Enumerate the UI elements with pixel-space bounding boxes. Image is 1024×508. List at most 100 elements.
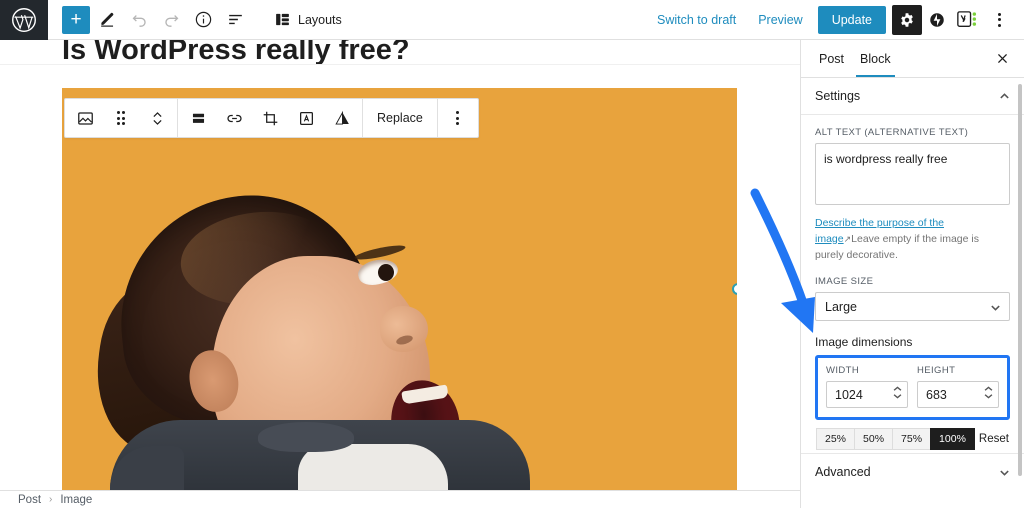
move-up-down-icon [152,111,162,125]
advanced-section: Advanced [801,453,1024,490]
image-dimensions-title: Image dimensions [815,335,913,350]
duotone-filter-icon [334,110,349,125]
nose-shape [380,306,428,352]
scale-25-button[interactable]: 25% [816,428,855,451]
wordpress-block-editor: + Layouts Switch to draft Preview Update… [0,0,1024,508]
scale-50-button[interactable]: 50% [854,428,893,451]
crop-icon [263,111,277,125]
link-button[interactable] [216,99,252,137]
drag-dots-icon [116,111,126,125]
chevron-down-icon [1000,469,1009,476]
edit-tool-button[interactable] [92,5,122,35]
add-text-over-image-icon [299,111,313,125]
scale-presets-group: 25% 50% 75% 100% [816,428,975,451]
width-label: WIDTH [826,365,860,377]
redo-button[interactable] [156,5,186,35]
update-button[interactable]: Update [817,5,886,34]
duotone-filter-button[interactable] [324,99,360,137]
add-text-over-image-button[interactable] [288,99,324,137]
preview-button[interactable]: Preview [747,7,813,33]
vertical-ellipsis-icon [997,12,1001,27]
block-more-options-button[interactable] [440,99,476,137]
breadcrumb-item-post[interactable]: Post [18,494,41,506]
image-block-icon-button[interactable] [67,99,103,137]
layouts-label: Layouts [298,12,342,27]
settings-section-header[interactable]: Settings [801,78,1024,115]
layouts-button[interactable]: Layouts [268,7,348,32]
image-photo [62,88,737,490]
list-view-icon [228,14,242,25]
list-view-button[interactable] [220,5,250,35]
post-title[interactable]: Is WordPress really free? [62,40,762,67]
scale-100-button[interactable]: 100% [930,428,975,451]
scale-75-button[interactable]: 75% [892,428,931,451]
settings-section-title: Settings [815,89,861,103]
image-resize-handle[interactable] [732,283,737,295]
add-block-button[interactable]: + [62,5,90,34]
sidebar-scrollbar-thumb[interactable] [1018,84,1022,476]
alt-text-input[interactable] [815,143,1010,205]
link-icon [226,114,242,122]
height-input-wrapper [917,381,999,409]
replace-button[interactable]: Replace [363,99,437,137]
image-block[interactable] [62,88,737,490]
close-sidebar-button[interactable] [990,47,1014,71]
jetpack-icon [930,12,944,27]
pencil-icon [100,12,113,27]
sidebar-tabs: Post Block [801,40,1024,78]
redo-arrow-icon [164,15,178,27]
image-size-label: IMAGE SIZE [815,276,874,288]
width-stepper[interactable] [893,386,902,399]
plus-icon: + [70,9,82,30]
image-size-select-wrapper: Large [815,292,1010,322]
alt-text-label: ALT TEXT (ALTERNATIVE TEXT) [815,127,969,138]
drag-handle-button[interactable] [103,99,139,137]
undo-button[interactable] [124,5,154,35]
height-field-group: HEIGHT [917,365,999,409]
scale-presets-row: 25% 50% 75% 100% Reset [815,428,1013,451]
block-toolbar-group-format [178,99,362,137]
gear-icon [901,12,913,27]
undo-arrow-icon [132,15,146,27]
image-size-select[interactable]: Large [815,292,1010,322]
image-block-icon [77,111,93,125]
align-button[interactable] [180,99,216,137]
move-up-down-button[interactable] [139,99,175,137]
info-circle-icon [195,11,211,28]
crop-button[interactable] [252,99,288,137]
width-input-wrapper [826,381,908,409]
pupil-shape [378,264,394,281]
editor-top-bar: + Layouts Switch to draft Preview Update [0,0,1024,40]
align-icon [192,113,204,123]
stepper-up-icon [984,386,993,392]
layouts-grid-icon [276,13,289,26]
top-bar-right-actions: Switch to draft Preview Update [646,4,1024,35]
stepper-up-icon [893,386,902,392]
yoast-seo-button[interactable] [952,10,984,29]
switch-to-draft-button[interactable]: Switch to draft [646,7,747,33]
details-button[interactable] [188,5,218,35]
settings-section-body: ALT TEXT (ALTERNATIVE TEXT) Describe the… [801,115,1024,458]
stepper-down-icon [893,394,902,399]
settings-sidebar-toggle[interactable] [892,4,922,35]
more-options-button[interactable] [984,5,1014,35]
alt-text-help: Describe the purpose of the image↗Leave … [815,216,1010,263]
jetpack-plugin-button[interactable] [922,5,952,35]
tab-block[interactable]: Block [852,41,899,77]
sidebar-scrollbar[interactable] [1016,84,1023,484]
tab-post[interactable]: Post [811,41,852,76]
wordpress-logo-icon[interactable] [0,0,48,40]
width-field-group: WIDTH [826,365,908,409]
advanced-section-header[interactable]: Advanced [801,454,1024,490]
block-toolbar-group-more [438,99,478,137]
height-stepper[interactable] [984,386,993,399]
canvas-divider [0,64,800,65]
reset-dimensions-button[interactable]: Reset [975,430,1013,448]
breadcrumb: Post › Image [0,490,800,508]
editor-canvas: Is WordPress really free? Replace [0,40,800,490]
block-toolbar: Replace [64,98,479,138]
stepper-down-icon [984,394,993,399]
breadcrumb-item-image[interactable]: Image [60,494,92,506]
vertical-ellipsis-icon [456,111,460,125]
top-bar-left-tools: + Layouts [48,5,348,35]
